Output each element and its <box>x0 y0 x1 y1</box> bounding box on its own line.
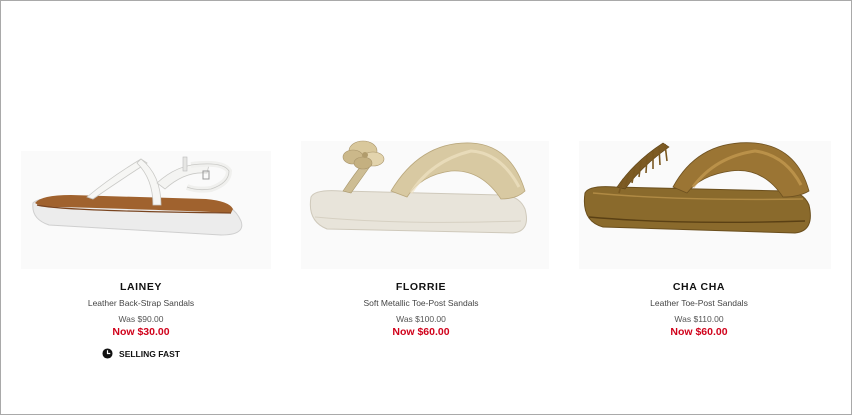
product-description: Leather Back-Strap Sandals <box>87 298 195 308</box>
product-description: Leather Toe-Post Sandals <box>650 298 748 308</box>
selling-fast-badge: SELLING FAST <box>1 348 281 359</box>
was-price: Was $110.00 <box>674 314 724 324</box>
product-image-florrie[interactable] <box>281 121 561 271</box>
was-price: Was $100.00 <box>396 314 446 324</box>
product-name[interactable]: FLORRIE <box>281 281 561 293</box>
now-price: Now $30.00 <box>112 326 170 338</box>
was-price: Was $90.00 <box>118 314 164 324</box>
product-name[interactable]: LAINEY <box>1 281 281 293</box>
product-name[interactable]: CHA CHA <box>559 281 839 293</box>
now-price: Now $60.00 <box>670 326 728 338</box>
product-image-cha-cha[interactable] <box>559 121 839 271</box>
bronze-fringe-toe-post-sandal-image <box>579 141 831 269</box>
clock-icon <box>102 348 113 359</box>
product-description: Soft Metallic Toe-Post Sandals <box>363 298 479 308</box>
product-grid: LAINEY Leather Back-Strap Sandals Was $9… <box>0 0 852 415</box>
white-back-strap-sandal-image <box>21 151 271 269</box>
now-price: Now $60.00 <box>392 326 450 338</box>
metallic-flower-toe-post-sandal-image <box>301 140 549 269</box>
badge-label: SELLING FAST <box>119 348 180 359</box>
product-image-lainey[interactable] <box>1 121 281 271</box>
